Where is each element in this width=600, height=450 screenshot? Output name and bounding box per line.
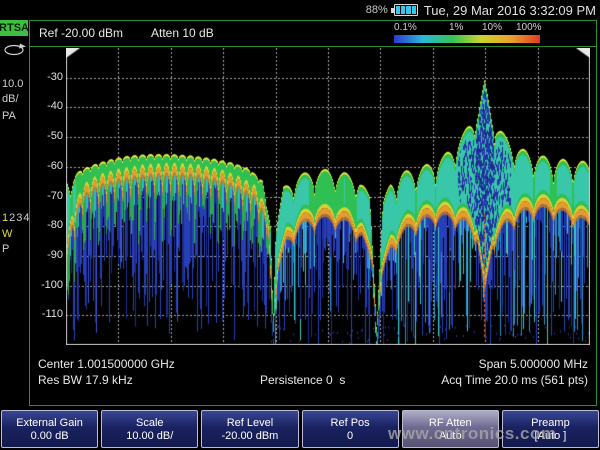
density-scale-label: 1% <box>449 22 463 33</box>
battery-cell <box>396 6 400 14</box>
battery-cell <box>406 6 410 14</box>
y-tick-label: -50 <box>30 130 63 142</box>
softkey-ref-level[interactable]: Ref Level -20.00 dBm <box>201 410 298 448</box>
battery-cell <box>412 6 416 14</box>
instrument-screen: Ref -20.00 dBm Atten 10 dB 0.1% 1% 10% 1… <box>29 20 597 406</box>
y-tick-label: -60 <box>30 160 63 172</box>
preamp-indicator: PA <box>2 110 16 122</box>
softkey-label: External Gain <box>16 417 83 429</box>
status-bar: 88% Tue, 29 Mar 2016 3:32:09 PM <box>0 0 600 20</box>
y-tick-label: -70 <box>30 190 63 202</box>
continuous-sweep-icon <box>3 42 26 57</box>
softkey-preamp[interactable]: Preamp [Auto ] <box>502 410 599 448</box>
softkey-bar: External Gain 0.00 dB Scale 10.00 dB/ Re… <box>0 410 600 448</box>
softkey-label: Preamp <box>531 417 570 429</box>
softkey-value: Auto <box>439 430 462 442</box>
softkey-value: 0 <box>347 430 353 442</box>
softkey-value: [Auto ] <box>535 430 567 442</box>
mode-badge: RTSA <box>0 20 28 36</box>
trace-state-indicator: W <box>2 228 12 240</box>
density-scale-label: 0.1% <box>394 22 417 33</box>
softkey-rf-atten[interactable]: RF Atten Auto <box>402 410 499 448</box>
y-tick-label: -90 <box>30 249 63 261</box>
span-annotation: Span 5.000000 MHz <box>479 357 588 371</box>
softkey-label: RF Atten <box>429 417 472 429</box>
battery-cell <box>401 6 405 14</box>
density-color-scale: 0.1% 1% 10% 100% <box>394 22 540 46</box>
y-tick-label: -30 <box>30 71 63 83</box>
softkey-label: Scale <box>136 417 164 429</box>
trace-detector-indicator: P <box>2 243 9 255</box>
softkey-ref-pos[interactable]: Ref Pos 0 <box>302 410 399 448</box>
battery-percent: 88% <box>366 4 388 16</box>
persistence-annotation: Persistence 0 s <box>260 373 345 387</box>
battery-icon <box>394 4 418 16</box>
spectrum-plot <box>66 48 590 345</box>
softkey-label: Ref Pos <box>331 417 370 429</box>
y-tick-label: -110 <box>30 308 63 320</box>
center-frequency-annotation: Center 1.001500000 GHz <box>38 357 175 371</box>
softkey-value: 10.00 dB/ <box>126 430 173 442</box>
trace-other-numbers: 234 <box>9 212 30 224</box>
softkey-label: Ref Level <box>227 417 273 429</box>
acq-time-annotation: Acq Time 20.0 ms (561 pts) <box>441 373 588 387</box>
softkey-value: 0.00 dB <box>31 430 69 442</box>
y-tick-label: -100 <box>30 279 63 291</box>
y-tick-label: -80 <box>30 219 63 231</box>
ref-level-annotation: Ref -20.00 dBm <box>39 26 123 40</box>
softkey-value: -20.00 dBm <box>221 430 278 442</box>
annotation-bar: Ref -20.00 dBm Atten 10 dB 0.1% 1% 10% 1… <box>30 21 596 47</box>
y-tick-label: -40 <box>30 100 63 112</box>
density-scale-label: 10% <box>482 22 502 33</box>
scale-per-div-value: 10.0 <box>2 78 23 90</box>
datetime: Tue, 29 Mar 2016 3:32:09 PM <box>424 3 596 18</box>
trace-numbers: 1234 <box>2 212 30 224</box>
attenuation-annotation: Atten 10 dB <box>151 26 214 40</box>
scale-per-div-unit: dB/ <box>2 93 19 105</box>
sidebar: RTSA 10.0 dB/ PA 1234 W P <box>0 20 29 406</box>
density-gradient-bar <box>394 35 540 43</box>
softkey-scale[interactable]: Scale 10.00 dB/ <box>101 410 198 448</box>
density-scale-label: 100% <box>516 22 542 33</box>
res-bw-annotation: Res BW 17.9 kHz <box>38 373 133 387</box>
softkey-external-gain[interactable]: External Gain 0.00 dB <box>1 410 98 448</box>
